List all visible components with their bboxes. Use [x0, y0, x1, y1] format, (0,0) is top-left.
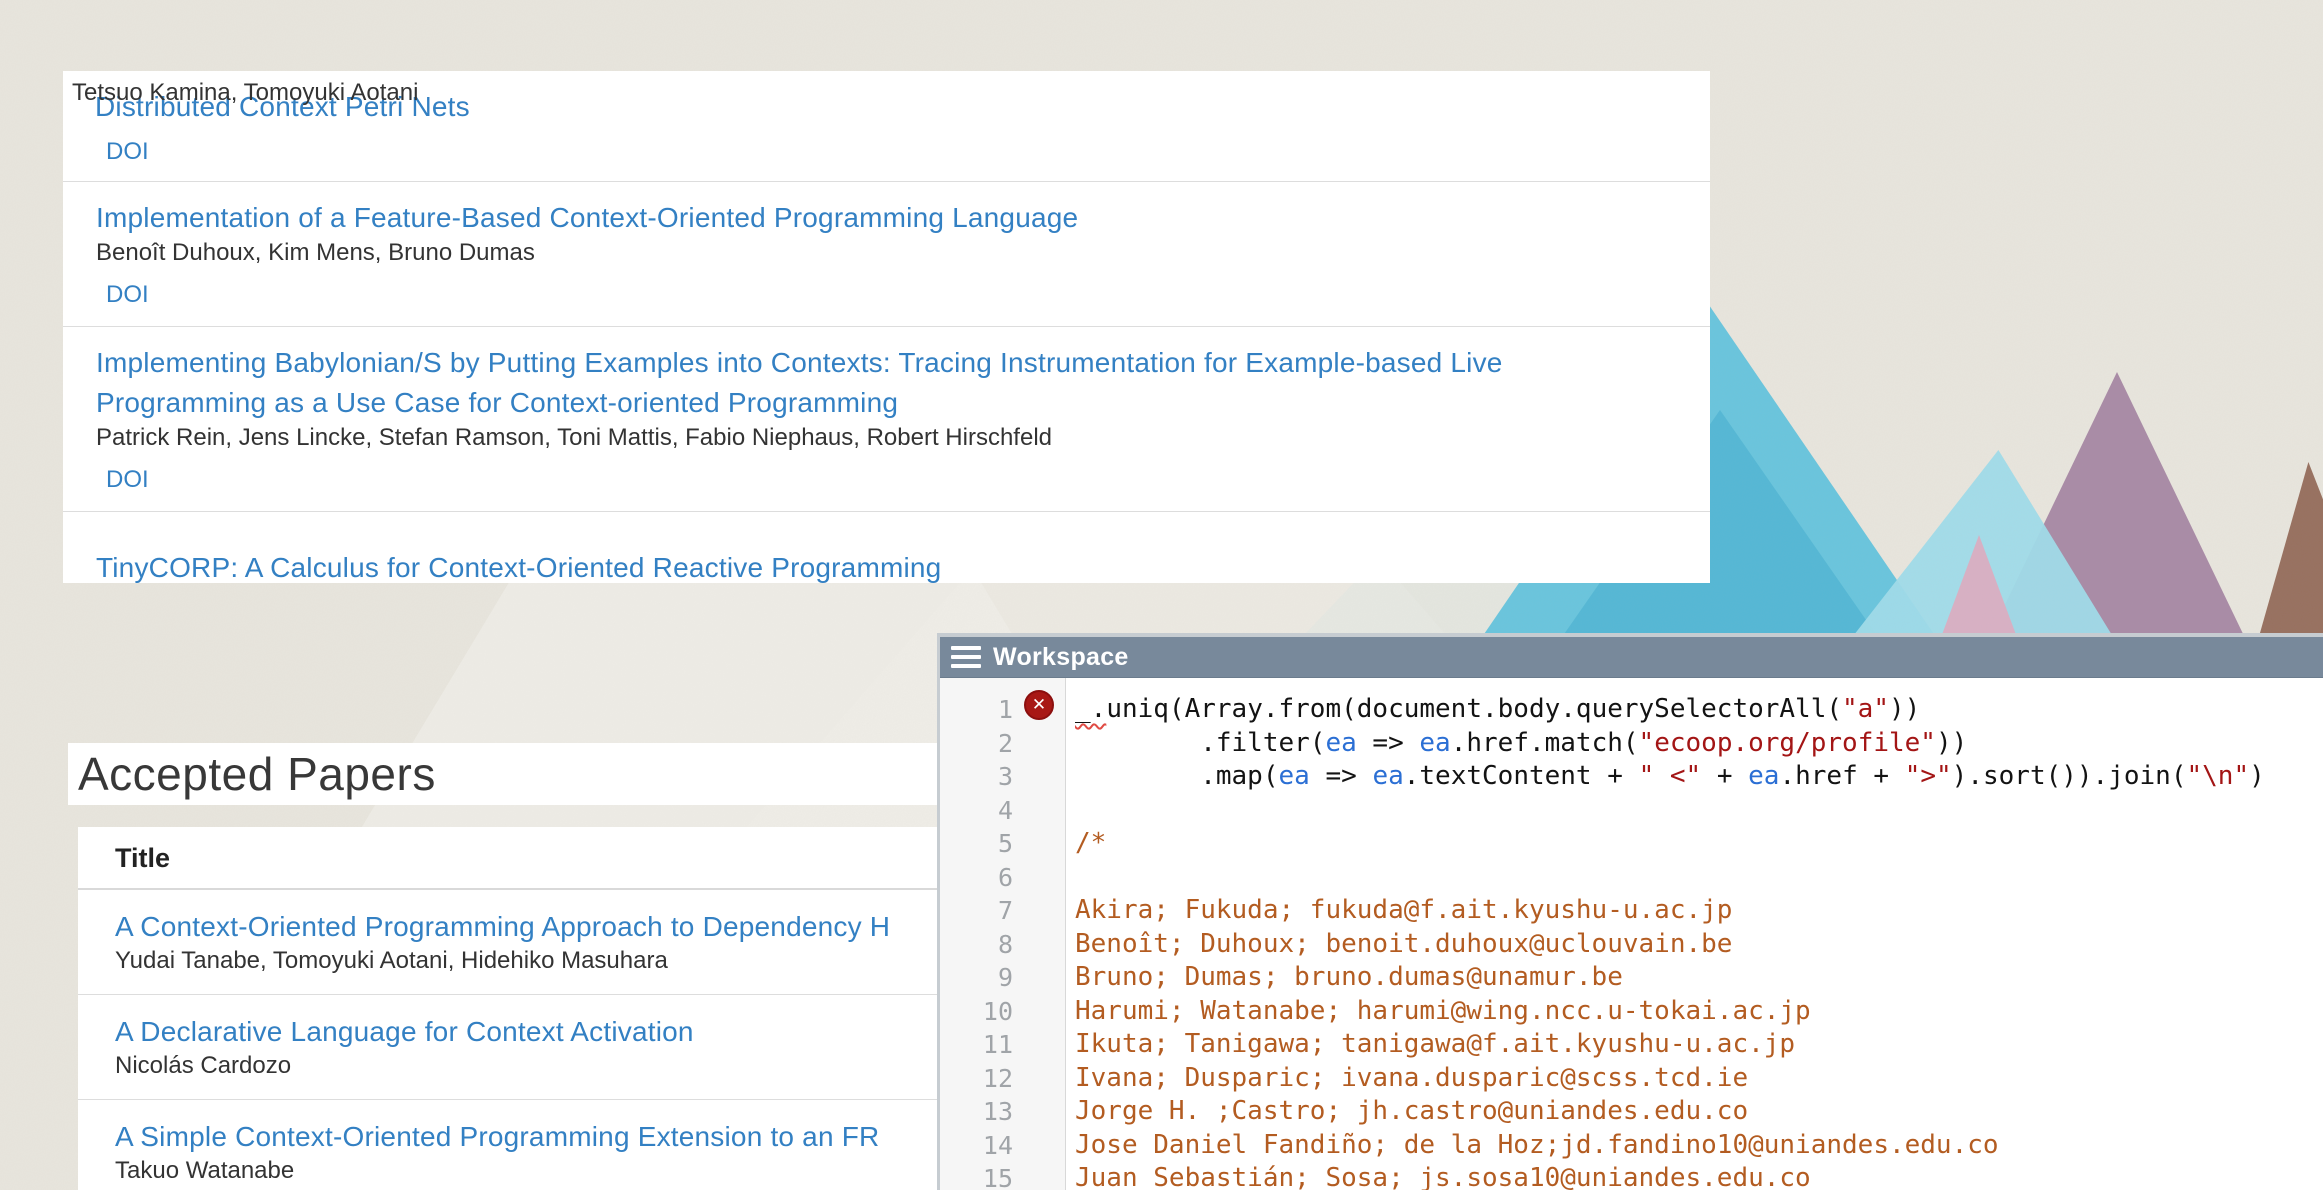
code-line[interactable]: Ikuta; Tanigawa; tanigawa@f.ait.kyushu-u…: [1075, 1028, 2323, 1062]
workspace-titlebar[interactable]: Workspace: [940, 637, 2323, 678]
paper-row: Implementation of a Feature-Based Contex…: [63, 181, 1710, 326]
workspace-editor: ✕ 123456789101112131415 _.uniq(Array.fro…: [940, 678, 2323, 1190]
line-number: 6: [940, 861, 1065, 895]
string-token: "\n": [2186, 761, 2249, 791]
code-line[interactable]: Akira; Fukuda; fukuda@f.ait.kyushu-u.ac.…: [1075, 894, 2323, 928]
comment-token: Jorge H. ;Castro; jh.castro@uniandes.edu…: [1075, 1096, 1748, 1126]
line-number: 10: [940, 995, 1065, 1029]
code-line[interactable]: Bruno; Dumas; bruno.dumas@unamur.be: [1075, 961, 2323, 995]
comment-token: Jose Daniel Fandiño; de la Hoz;jd.fandin…: [1075, 1130, 1999, 1160]
window-title: Workspace: [993, 643, 1129, 672]
code-token: )): [1936, 728, 1967, 758]
line-number: 9: [940, 961, 1065, 995]
line-number: 7: [940, 894, 1065, 928]
paper-authors: Patrick Rein, Jens Lincke, Stefan Ramson…: [96, 423, 1670, 453]
code-token: .href.match(: [1451, 728, 1639, 758]
code-line[interactable]: .filter(ea => ea.href.match("ecoop.org/p…: [1075, 727, 2323, 761]
line-number: 15: [940, 1162, 1065, 1190]
code-token: .href +: [1779, 761, 1904, 791]
decor-triangle-pink: [1940, 535, 2018, 640]
line-number: 2: [940, 727, 1065, 761]
comment-token: Ivana; Dusparic; ivana.dusparic@scss.tcd…: [1075, 1063, 1748, 1093]
code-line[interactable]: Benoît; Duhoux; benoit.duhoux@uclouvain.…: [1075, 928, 2323, 962]
paper-title-link[interactable]: Implementing Babylonian/S by Putting Exa…: [96, 343, 1670, 423]
doi-link[interactable]: DOI: [106, 137, 149, 167]
paper-authors: Tetsuo Kamina, Tomoyuki Aotani: [72, 78, 418, 108]
identifier-token: ea: [1419, 728, 1450, 758]
code-token: uniq(Array.from(document.body.querySelec…: [1106, 694, 1842, 724]
identifier-token: ea: [1279, 761, 1310, 791]
paper-row: TinyCORP: A Calculus for Context-Oriente…: [63, 511, 1710, 583]
comment-token: Harumi; Watanabe; harumi@wing.ncc.u-toka…: [1075, 996, 1811, 1026]
code-line[interactable]: Ivana; Dusparic; ivana.dusparic@scss.tcd…: [1075, 1062, 2323, 1096]
page-title: Accepted Papers: [78, 747, 436, 801]
code-line[interactable]: Jorge H. ;Castro; jh.castro@uniandes.edu…: [1075, 1095, 2323, 1129]
comment-token: Akira; Fukuda; fukuda@f.ait.kyushu-u.ac.…: [1075, 895, 1732, 925]
decor-triangle-mauve: [1988, 372, 2246, 640]
code-token: +: [1701, 761, 1748, 791]
comment-token: /*: [1075, 828, 1106, 858]
code-token: ).sort()).join(: [1952, 761, 2187, 791]
identifier-token: ea: [1748, 761, 1779, 791]
code-token: ): [2249, 761, 2265, 791]
code-line[interactable]: [1075, 794, 2323, 828]
workspace-code[interactable]: _.uniq(Array.from(document.body.querySel…: [1066, 678, 2323, 1190]
error-icon[interactable]: ✕: [1024, 690, 1054, 720]
paper-authors: Benoît Duhoux, Kim Mens, Bruno Dumas: [96, 238, 1670, 268]
line-number: 5: [940, 827, 1065, 861]
code-line[interactable]: Jose Daniel Fandiño; de la Hoz;jd.fandin…: [1075, 1129, 2323, 1163]
paper-title-link[interactable]: Implementation of a Feature-Based Contex…: [96, 198, 1670, 238]
decor-triangle-lightcyan: [1850, 450, 2115, 640]
paper-row: Implementing Babylonian/S by Putting Exa…: [63, 326, 1710, 511]
code-line[interactable]: .map(ea => ea.textContent + " <" + ea.hr…: [1075, 760, 2323, 794]
code-line[interactable]: Harumi; Watanabe; harumi@wing.ncc.u-toka…: [1075, 995, 2323, 1029]
paper-row: Tetsuo Kamina, Tomoyuki Aotani Distribut…: [63, 71, 1710, 181]
doi-link[interactable]: DOI: [106, 280, 149, 310]
string-token: " <": [1639, 761, 1702, 791]
code-line[interactable]: Juan Sebastián; Sosa; js.sosa10@uniandes…: [1075, 1162, 2323, 1190]
line-number: 13: [940, 1095, 1065, 1129]
papers-list-panel: Tetsuo Kamina, Tomoyuki Aotani Distribut…: [63, 71, 1710, 583]
hamburger-menu-icon[interactable]: [951, 646, 981, 668]
code-token: .textContent +: [1404, 761, 1639, 791]
line-number: 8: [940, 928, 1065, 962]
code-token: =>: [1310, 761, 1373, 791]
paper-title-link[interactable]: TinyCORP: A Calculus for Context-Oriente…: [96, 548, 1670, 583]
comment-token: Benoît; Duhoux; benoit.duhoux@uclouvain.…: [1075, 929, 1732, 959]
code-token: .map(: [1075, 761, 1279, 791]
workspace-gutter: ✕ 123456789101112131415: [940, 678, 1066, 1190]
page-background: Tetsuo Kamina, Tomoyuki Aotani Distribut…: [0, 0, 2323, 1190]
workspace-window: Workspace ✕ 123456789101112131415 _.uniq…: [937, 633, 2323, 1190]
line-number: 14: [940, 1129, 1065, 1163]
code-token: )): [1889, 694, 1920, 724]
string-token: ">": [1905, 761, 1952, 791]
code-token: .filter(: [1075, 728, 1325, 758]
doi-link[interactable]: DOI: [106, 465, 149, 495]
string-token: "a": [1842, 694, 1889, 724]
string-token: "ecoop.org/profile": [1639, 728, 1936, 758]
comment-token: Juan Sebastián; Sosa; js.sosa10@uniandes…: [1075, 1163, 1811, 1190]
identifier-token: ea: [1372, 761, 1403, 791]
comment-token: Ikuta; Tanigawa; tanigawa@f.ait.kyushu-u…: [1075, 1029, 1795, 1059]
line-number: 12: [940, 1062, 1065, 1096]
code-token: =>: [1357, 728, 1420, 758]
error-token: _.: [1075, 694, 1106, 724]
decor-triangle-brown: [2258, 462, 2323, 640]
identifier-token: ea: [1325, 728, 1356, 758]
line-number: 3: [940, 760, 1065, 794]
code-line[interactable]: _.uniq(Array.from(document.body.querySel…: [1075, 693, 2323, 727]
code-line[interactable]: /*: [1075, 827, 2323, 861]
code-line[interactable]: [1075, 861, 2323, 895]
comment-token: Bruno; Dumas; bruno.dumas@unamur.be: [1075, 962, 1623, 992]
line-number: 11: [940, 1028, 1065, 1062]
line-number: 4: [940, 794, 1065, 828]
